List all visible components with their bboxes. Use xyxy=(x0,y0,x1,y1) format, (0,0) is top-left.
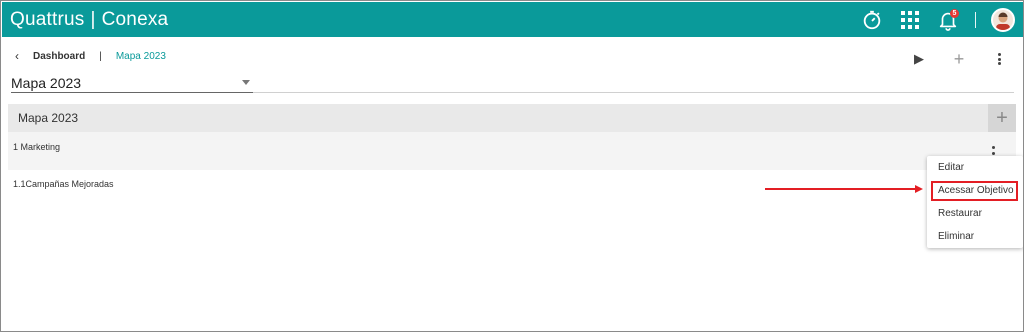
list-item[interactable]: 1.1Campañas Mejoradas xyxy=(8,179,114,189)
annotation-arrow xyxy=(765,188,917,190)
breadcrumb-dashboard[interactable]: Dashboard xyxy=(33,51,85,62)
play-icon[interactable]: ▶ xyxy=(909,49,929,69)
context-menu: Editar Acessar Objetivo Restaurar Elimin… xyxy=(927,156,1023,248)
top-bar: Quattrus | Conexa 5 xyxy=(2,2,1023,37)
brand-name: Quattrus xyxy=(10,8,85,30)
annotation-arrow-head xyxy=(915,185,923,193)
menu-item-restaurar[interactable]: Restaurar xyxy=(938,208,982,219)
apps-grid-icon[interactable] xyxy=(897,7,923,33)
toolbar-divider xyxy=(975,11,976,28)
caret-down-icon xyxy=(242,80,250,85)
app-frame: Quattrus | Conexa 5 ‹ Dashboard | Mapa 2… xyxy=(0,0,1024,332)
brand-product: Conexa xyxy=(101,8,169,30)
section-header: Mapa 2023 + xyxy=(8,104,1016,132)
breadcrumb: ‹ Dashboard | Mapa 2023 xyxy=(15,49,166,63)
menu-item-editar[interactable]: Editar xyxy=(938,162,964,173)
section-title: Mapa 2023 xyxy=(18,111,79,125)
avatar[interactable] xyxy=(990,7,1016,33)
list-item[interactable]: 1 Marketing xyxy=(8,132,1016,170)
map-select-value: Mapa 2023 xyxy=(11,74,82,91)
map-select[interactable]: Mapa 2023 xyxy=(11,73,253,93)
more-vert-icon[interactable] xyxy=(989,49,1009,69)
menu-item-eliminar[interactable]: Eliminar xyxy=(938,231,974,242)
add-objective-button[interactable]: + xyxy=(988,104,1016,132)
brand-logo[interactable]: Quattrus | Conexa xyxy=(10,9,168,31)
back-chevron-icon[interactable]: ‹ xyxy=(15,49,19,63)
bell-icon[interactable]: 5 xyxy=(935,7,961,33)
top-icons: 5 xyxy=(847,2,1016,37)
row-label: 1.1Campañas Mejoradas xyxy=(13,179,114,189)
add-icon[interactable]: + xyxy=(949,49,969,69)
breadcrumb-current: Mapa 2023 xyxy=(115,50,166,62)
page-actions: ▶ + xyxy=(889,49,1009,69)
breadcrumb-separator: | xyxy=(99,50,102,62)
divider xyxy=(253,92,1014,93)
menu-item-acessar-objetivo[interactable]: Acessar Objetivo xyxy=(938,185,1014,196)
stopwatch-icon[interactable] xyxy=(859,7,885,33)
brand-separator: | xyxy=(90,8,96,30)
row-label: 1 Marketing xyxy=(13,142,61,152)
notification-badge: 5 xyxy=(950,8,959,18)
